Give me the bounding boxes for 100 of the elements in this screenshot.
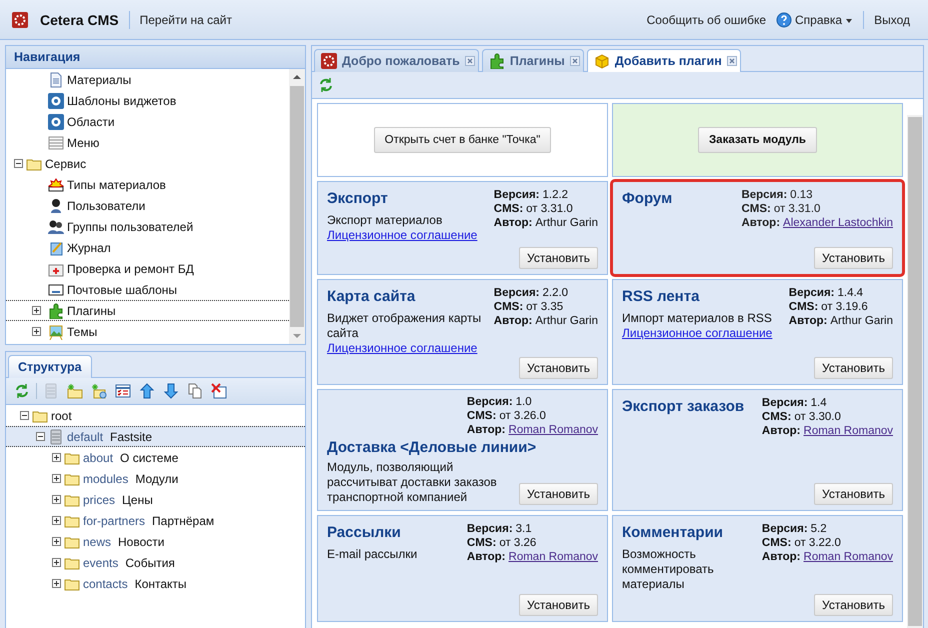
tree-item[interactable]: Области (6, 111, 289, 132)
refresh-icon (318, 77, 334, 93)
tree-item[interactable]: Меню (6, 132, 289, 153)
up-arrow-button[interactable] (137, 381, 157, 401)
author-link[interactable]: Roman Romanov (804, 550, 893, 564)
notepad-icon (48, 240, 64, 256)
expander-icon[interactable] (52, 558, 61, 567)
puzzle-icon (488, 53, 505, 69)
expander-icon[interactable] (52, 537, 61, 546)
author-link[interactable]: Alexander Lastochkin (783, 216, 893, 230)
meta-value: Arthur Garin (830, 314, 893, 328)
expander-icon[interactable] (32, 306, 41, 315)
tree-item[interactable]: Журнал (6, 237, 289, 258)
tree-item[interactable]: news Новости (6, 531, 305, 552)
help-icon (776, 12, 792, 28)
license-link[interactable]: Лицензионное соглашение (327, 228, 488, 242)
meta-value: от 3.31.0 (526, 202, 573, 216)
tree-item[interactable]: Группы пользователей (6, 216, 289, 237)
help-menu[interactable]: Справка (776, 12, 854, 28)
site-link[interactable]: Перейти на сайт (140, 12, 232, 26)
tree-item[interactable]: default Fastsite (6, 426, 305, 447)
meta-label: Автор: (466, 550, 506, 564)
meta-value: 1.0 (516, 395, 532, 409)
meta-value: от 3.19.6 (821, 300, 868, 314)
tree-item[interactable]: for-partners Партнёрам (6, 510, 305, 531)
tree-item[interactable]: Пользователи (6, 195, 289, 216)
user-icon (48, 198, 64, 214)
expander-icon[interactable] (52, 516, 61, 525)
install-button[interactable]: Установить (519, 357, 598, 379)
meta-value: Arthur Garin (535, 216, 598, 230)
plugin-description: Экспорт материалов (327, 213, 444, 228)
close-icon[interactable] (726, 56, 737, 66)
expander-icon[interactable] (32, 327, 41, 336)
scrollbar[interactable] (907, 115, 923, 628)
meta-label: CMS: (466, 536, 496, 550)
meta-label: CMS: (494, 300, 524, 314)
logout-link[interactable]: Выход (874, 12, 910, 26)
tree-item[interactable]: Проверка и ремонт БД (6, 258, 289, 279)
install-button[interactable]: Установить (814, 483, 893, 505)
meta-label: CMS: (741, 202, 771, 216)
tree-item[interactable]: prices Цены (6, 489, 305, 510)
expander-icon[interactable] (20, 411, 29, 420)
close-icon[interactable] (464, 56, 475, 66)
meta-label: Автор: (494, 314, 532, 328)
scroll-up-icon[interactable] (293, 74, 301, 79)
app-title: Cetera CMS (40, 12, 119, 28)
meta-label: Автор: (494, 216, 532, 230)
expander-icon[interactable] (52, 474, 61, 483)
new-item-button[interactable] (89, 381, 109, 401)
delete-button[interactable] (209, 381, 229, 401)
promo-button[interactable]: Открыть счет в банке "Точка" (374, 127, 552, 153)
meta-label: Автор: (762, 424, 801, 438)
tree-item[interactable]: root (6, 405, 305, 426)
tree-item[interactable]: about О системе (6, 447, 305, 468)
license-link[interactable]: Лицензионное соглашение (327, 341, 488, 355)
expander-icon[interactable] (14, 159, 23, 168)
install-button[interactable]: Установить (519, 483, 598, 505)
tree-item[interactable]: Типы материалов (6, 174, 289, 195)
gear-icon (48, 114, 64, 130)
report-link[interactable]: Сообщить об ошибке (646, 12, 766, 26)
tree-item[interactable]: Плагины (6, 300, 289, 321)
author-link[interactable]: Roman Romanov (804, 424, 893, 438)
license-link[interactable]: Лицензионное соглашение (622, 326, 783, 340)
gear-icon (48, 92, 64, 108)
expander-icon[interactable] (36, 432, 45, 441)
meta-value: 1.4 (810, 396, 827, 410)
meta-label: CMS: (762, 410, 792, 424)
install-button[interactable]: Установить (814, 247, 893, 269)
meta-label: CMS: (466, 409, 496, 423)
close-icon[interactable] (570, 56, 580, 66)
tree-item[interactable]: modules Модули (6, 468, 305, 489)
tree-item[interactable]: Почтовые шаблоны (6, 279, 289, 300)
tab[interactable]: Добавить плагин (586, 49, 741, 72)
expander-icon[interactable] (52, 579, 61, 588)
plugin-description: E-mail рассылки (327, 547, 418, 562)
box-icon (594, 53, 610, 69)
author-link[interactable]: Roman Romanov (508, 550, 598, 564)
plugin-description: Импорт материалов в RSS (622, 311, 773, 326)
tree-item[interactable]: Материалы (6, 69, 289, 90)
tree-item[interactable]: Темы (6, 321, 289, 342)
install-button[interactable]: Установить (519, 594, 598, 616)
tree-item[interactable]: Сервис (6, 153, 289, 174)
meta-label: Версия: (762, 522, 808, 536)
structure-tab[interactable]: Структура (8, 355, 92, 378)
author-link[interactable]: Roman Romanov (508, 423, 598, 437)
tab[interactable]: Добро пожаловать (314, 49, 479, 72)
plugin-description: Модуль, позволяющий рассчитыват доставки заказов транспортной компанией (327, 460, 498, 505)
install-button[interactable]: Установить (519, 247, 598, 269)
promo-button[interactable]: Заказать модуль (698, 127, 818, 153)
scrollbar[interactable] (289, 69, 305, 344)
tree-item[interactable]: events События (6, 552, 305, 573)
tree-item[interactable]: contacts Контакты (6, 573, 305, 594)
install-button[interactable]: Установить (814, 357, 893, 379)
expander-icon[interactable] (52, 453, 61, 462)
install-button[interactable]: Установить (814, 594, 893, 616)
burst-icon (48, 176, 64, 192)
tree-item[interactable]: Шаблоны виджетов (6, 90, 289, 111)
expander-icon[interactable] (52, 495, 61, 504)
down-arrow-button[interactable] (161, 381, 181, 401)
tab[interactable]: Плагины (482, 49, 584, 72)
